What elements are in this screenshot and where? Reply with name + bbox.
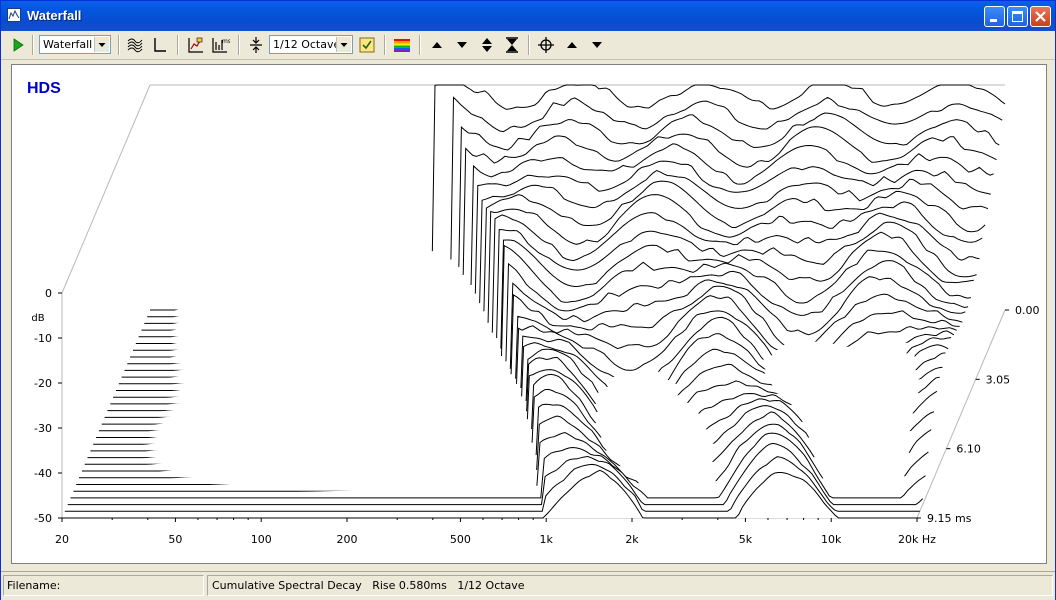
waterfall-app-icon[interactable]: [7, 8, 21, 22]
expand-vertical-icon[interactable]: [477, 35, 497, 55]
waterfall-chart[interactable]: 20 50 100 200 500 1k 2k 5k 10k 20k Hz 0 -10 -20 -30 -…: [12, 65, 1046, 563]
smoothing-icon[interactable]: [246, 35, 266, 55]
x-tick-label: 50: [168, 533, 182, 546]
time-tick-label: 0.00: [1015, 304, 1040, 317]
y-tick-label: -30: [34, 422, 52, 435]
window-title: Waterfall: [27, 8, 82, 23]
measurement-info-status: Cumulative Spectral Decay Rise 0.580ms 1…: [207, 575, 1053, 596]
close-button[interactable]: [1030, 6, 1051, 27]
axes-icon[interactable]: [150, 35, 170, 55]
y-tick-label: -40: [34, 467, 52, 480]
waterfall-window: Waterfall Waterfall ms 1/12 Octave 20 50…: [0, 0, 1056, 600]
x-tick-label: 10k: [821, 533, 842, 546]
maximize-button[interactable]: [1007, 6, 1028, 27]
toolbar-separator: [118, 35, 120, 55]
smoothing-select[interactable]: 1/12 Octave: [269, 35, 353, 54]
arrow-down-icon[interactable]: [452, 35, 472, 55]
time-tick-label: 6.10: [956, 443, 981, 456]
waterfall-3d-icon[interactable]: [125, 35, 145, 55]
y-tick-label: -10: [34, 332, 52, 345]
time-tick-label: 9.15 ms: [927, 512, 972, 525]
view-mode-select[interactable]: Waterfall: [39, 35, 111, 54]
plot-area[interactable]: 20 50 100 200 500 1k 2k 5k 10k 20k Hz 0 -10 -20 -30 -…: [11, 64, 1047, 564]
view-mode-value: Waterfall: [43, 38, 93, 51]
chevron-down-icon[interactable]: [94, 37, 109, 52]
chevron-down-icon[interactable]: [336, 37, 351, 52]
waterfall-slices: [62, 84, 1006, 519]
frame-edge-top: [61, 84, 151, 294]
minimize-button[interactable]: [984, 6, 1005, 27]
title-bar[interactable]: Waterfall: [1, 1, 1055, 31]
time-tick-label: 3.05: [986, 373, 1011, 386]
color-palette-icon[interactable]: [392, 35, 412, 55]
x-tick-label: 1k: [540, 533, 554, 546]
x-axis-ticks: 20 50 100 200 500 1k 2k 5k 10k 20k Hz: [55, 518, 936, 546]
x-tick-label: 2k: [625, 533, 639, 546]
toolbar-separator: [32, 35, 34, 55]
apply-check-icon[interactable]: [357, 35, 377, 55]
toolbar-separator: [238, 35, 240, 55]
crosshair-icon[interactable]: [536, 35, 556, 55]
x-tick-label: 20k Hz: [898, 533, 936, 546]
y-axis-label: dB: [31, 313, 44, 324]
y-tick-label: 0: [45, 287, 52, 300]
arrow-up-icon[interactable]: [427, 35, 447, 55]
filename-status: Filename:: [3, 575, 204, 596]
cursor-down-icon[interactable]: [587, 35, 607, 55]
x-tick-label: 5k: [739, 533, 753, 546]
time-axis-line: [916, 309, 1006, 519]
toolbar: Waterfall ms 1/12 Octave: [1, 31, 1055, 60]
x-tick-label: 200: [337, 533, 358, 546]
time-axis-ticks: 0.00 3.05 6.10 9.15 ms: [917, 304, 1040, 525]
x-tick-label: 20: [55, 533, 69, 546]
chart-properties-icon[interactable]: [186, 35, 206, 55]
svg-text:ms: ms: [222, 38, 230, 45]
toolbar-separator: [384, 35, 386, 55]
status-bar: Filename: Cumulative Spectral Decay Rise…: [1, 571, 1055, 600]
y-tick-label: -20: [34, 377, 52, 390]
cursor-up-icon[interactable]: [562, 35, 582, 55]
chart-title: HDS: [27, 80, 61, 97]
toolbar-separator: [419, 35, 421, 55]
compress-vertical-icon[interactable]: [502, 35, 522, 55]
toolbar-separator: [177, 35, 179, 55]
time-scale-icon[interactable]: ms: [210, 35, 230, 55]
x-tick-label: 100: [251, 533, 272, 546]
x-tick-label: 500: [450, 533, 471, 546]
play-icon[interactable]: [8, 35, 28, 55]
y-tick-label: -50: [34, 512, 52, 525]
smoothing-value: 1/12 Octave: [273, 38, 341, 51]
toolbar-separator: [528, 35, 530, 55]
